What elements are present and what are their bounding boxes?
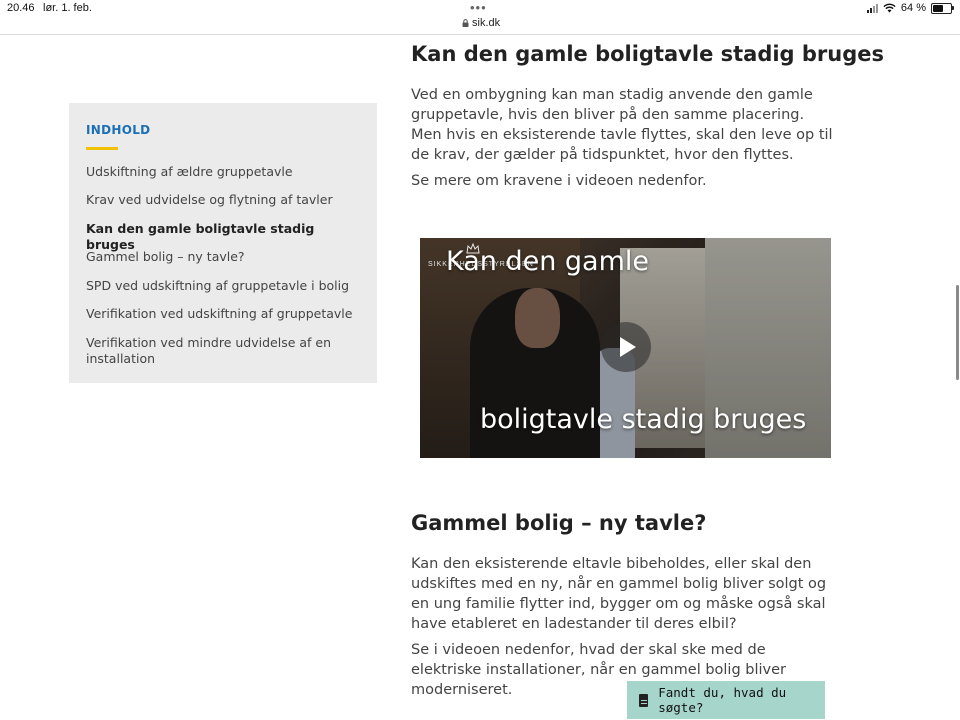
video-caption-top: Kan den gamle	[446, 246, 650, 277]
battery-icon	[931, 2, 954, 14]
toc-item-verifikation-udskiftning[interactable]: Verifikation ved udskiftning af gruppeta…	[86, 306, 361, 322]
section-heading-gamle-boligtavle: Kan den gamle boligtavle stadig bruges	[411, 42, 885, 66]
document-icon	[639, 693, 649, 707]
play-button-icon[interactable]	[601, 322, 651, 372]
url-text: sik.dk	[472, 17, 501, 29]
signal-icon	[866, 3, 878, 13]
page-scrollbar[interactable]	[956, 285, 959, 380]
toc-item-udskiftning[interactable]: Udskiftning af ældre gruppetavle	[86, 164, 361, 180]
toc-title-underline	[86, 147, 118, 150]
section2-paragraph-1: Kan den eksisterende eltavle bibeholdes,…	[411, 556, 827, 632]
section1-paragraph-2: Se mere om kravene i videoen nedenfor.	[411, 173, 707, 189]
address-bar[interactable]: sik.dk	[462, 17, 500, 29]
status-date: lør. 1. feb.	[43, 2, 92, 14]
status-bar: 20.46 lør. 1. feb. ••• sik.dk 64 %	[0, 0, 960, 35]
section-heading-gammel-bolig: Gammel bolig – ny tavle?	[411, 511, 707, 535]
table-of-contents: INDHOLD Udskiftning af ældre gruppetavle…	[69, 103, 377, 383]
battery-level	[933, 4, 943, 12]
battery-percentage: 64 %	[900, 2, 926, 14]
feedback-label: Fandt du, hvad du søgte?	[658, 685, 787, 715]
toc-item-krav-udvidelse[interactable]: Krav ved udvidelse og flytning af tavler	[86, 192, 361, 208]
toc-item-gammel-bolig[interactable]: Gammel bolig – ny tavle?	[86, 249, 361, 265]
section1-paragraph-1: Ved en ombygning kan man stadig anvende …	[411, 87, 833, 163]
lock-icon	[462, 19, 469, 27]
toc-title: INDHOLD	[86, 123, 151, 137]
video-player[interactable]: SIKKERHEDSSTYRELSEN Kan den gamle boligt…	[420, 238, 831, 458]
video-caption-bottom: boligtavle stadig bruges	[480, 404, 807, 435]
wifi-icon	[883, 3, 896, 13]
toc-item-spd[interactable]: SPD ved udskiftning af gruppetavle i bol…	[86, 278, 361, 294]
status-indicators: 64 %	[866, 2, 954, 14]
toc-item-verifikation-udvidelse[interactable]: Verifikation ved mindre udvidelse af en …	[86, 335, 361, 367]
status-time: 20.46	[7, 2, 35, 14]
multitasking-dots-icon[interactable]: •••	[470, 0, 487, 15]
feedback-button[interactable]: Fandt du, hvad du søgte?	[627, 681, 825, 719]
